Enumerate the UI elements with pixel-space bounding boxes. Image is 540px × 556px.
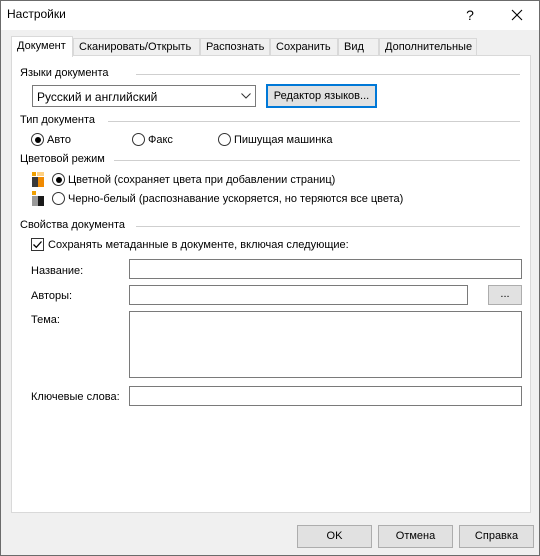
language-select-value: Русский и английский <box>37 90 158 104</box>
color-mode-group-title: Цветовой режим <box>20 153 105 165</box>
title-field-label: Название: <box>31 265 84 277</box>
help-button[interactable]: Справка <box>459 525 534 548</box>
save-metadata-checkbox[interactable]: Сохранять метаданные в документе, включа… <box>31 238 349 251</box>
keywords-input[interactable] <box>129 386 522 406</box>
color-mode-color-label: Цветной (сохраняет цвета при добавлении … <box>68 173 336 186</box>
tab-save[interactable]: Сохранить <box>270 38 338 56</box>
color-mode-color-radio[interactable]: Цветной (сохраняет цвета при добавлении … <box>52 173 335 186</box>
language-select[interactable]: Русский и английский <box>32 85 256 107</box>
doc-type-auto-label: Авто <box>47 133 71 146</box>
window-title: Настройки <box>7 7 66 21</box>
color-mode-icon <box>32 172 44 187</box>
settings-dialog: Настройки ? Документ Сканировать/Открыть… <box>0 0 540 556</box>
doc-type-divider <box>108 121 520 122</box>
properties-group-title: Свойства документа <box>20 219 125 231</box>
tab-advanced[interactable]: Дополнительные <box>379 38 477 56</box>
doc-type-fax-radio[interactable]: Факс <box>132 133 173 146</box>
save-metadata-label: Сохранять метаданные в документе, включа… <box>48 238 349 251</box>
tab-document[interactable]: Документ <box>11 36 73 57</box>
authors-field-label: Авторы: <box>31 290 73 302</box>
tab-panel-document: Языки документа Русский и английский Ред… <box>11 55 531 513</box>
cancel-button[interactable]: Отмена <box>378 525 453 548</box>
radio-unselected-icon <box>132 133 145 146</box>
ok-button[interactable]: OK <box>297 525 372 548</box>
doc-type-group-title: Тип документа <box>20 114 96 126</box>
tab-recognize[interactable]: Распознать <box>200 38 270 56</box>
help-icon[interactable]: ? <box>456 1 484 30</box>
radio-unselected-icon <box>52 192 65 205</box>
title-bar: Настройки ? <box>1 1 539 30</box>
doc-type-typewriter-label: Пишущая машинка <box>234 133 333 146</box>
title-input[interactable] <box>129 259 522 279</box>
properties-divider <box>136 226 520 227</box>
color-mode-bw-radio[interactable]: Черно-белый (распознавание ускоряется, н… <box>52 192 403 205</box>
subject-field-label: Тема: <box>31 314 60 326</box>
radio-selected-icon <box>31 133 44 146</box>
languages-divider <box>136 74 520 75</box>
radio-selected-icon <box>52 173 65 186</box>
color-mode-bw-label: Черно-белый (распознавание ускоряется, н… <box>68 192 404 205</box>
authors-browse-button[interactable]: ... <box>488 285 522 305</box>
keywords-field-label: Ключевые слова: <box>31 391 120 403</box>
doc-type-typewriter-radio[interactable]: Пишущая машинка <box>218 133 332 146</box>
radio-unselected-icon <box>218 133 231 146</box>
tab-scan-open[interactable]: Сканировать/Открыть <box>73 38 200 56</box>
close-button[interactable] <box>501 1 533 30</box>
authors-input[interactable] <box>129 285 468 305</box>
checkmark-icon <box>33 241 42 249</box>
bw-mode-icon <box>32 191 44 206</box>
languages-group-title: Языки документа <box>20 67 109 79</box>
tab-view[interactable]: Вид <box>338 38 379 56</box>
checkbox-box <box>31 238 44 251</box>
close-icon <box>511 9 523 21</box>
doc-type-fax-label: Факс <box>148 133 173 146</box>
color-mode-divider <box>114 160 520 161</box>
language-editor-button[interactable]: Редактор языков... <box>266 84 377 108</box>
subject-textarea[interactable] <box>129 311 522 378</box>
doc-type-auto-radio[interactable]: Авто <box>31 133 71 146</box>
chevron-down-icon <box>241 93 251 99</box>
